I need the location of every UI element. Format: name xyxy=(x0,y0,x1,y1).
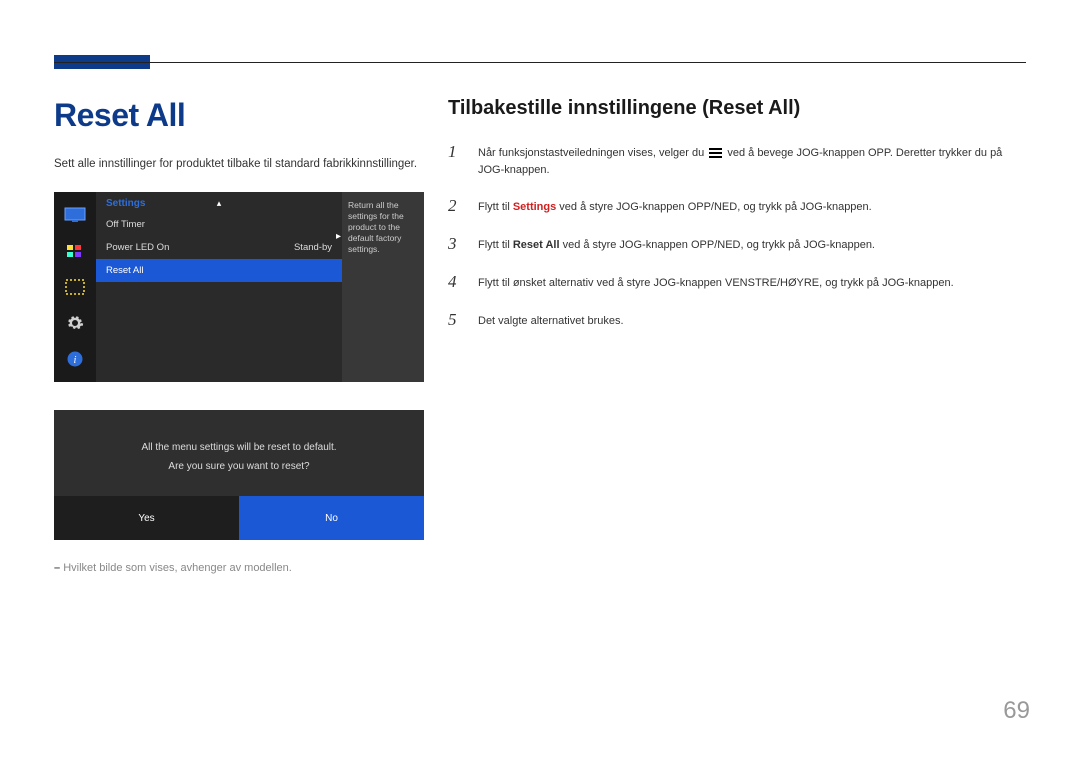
footnote: Hvilket bilde som vises, avhenger av mod… xyxy=(54,562,432,574)
step-4: 4 Flytt til ønsket alternativ ved å styr… xyxy=(448,272,1028,292)
left-column: Reset All Sett alle innstillinger for pr… xyxy=(54,97,432,574)
osd-description-text: Return all the settings for the product … xyxy=(348,200,404,254)
info-icon: i xyxy=(62,348,88,370)
dialog-buttons: Yes No xyxy=(54,496,424,540)
step-text: Det valgte alternativet brukes. xyxy=(478,310,624,330)
osd-description: ▸ Return all the settings for the produc… xyxy=(342,192,424,382)
page-number: 69 xyxy=(1003,697,1030,725)
reset-dialog: All the menu settings will be reset to d… xyxy=(54,410,424,540)
menu-icon xyxy=(709,148,722,158)
osd-main: Settings ▴ Off Timer Power LED On Stand-… xyxy=(96,192,342,382)
step-text: Flytt til Reset All ved å styre JOG-knap… xyxy=(478,234,875,254)
step-text: Flytt til Settings ved å styre JOG-knapp… xyxy=(478,196,872,216)
step-number: 2 xyxy=(448,196,462,216)
osd-row-offtimer: Off Timer xyxy=(96,213,342,236)
picture-icon xyxy=(62,204,88,226)
osd-screenshot: i Settings ▴ Off Timer Power LED On Stan… xyxy=(54,192,424,382)
color-icon xyxy=(62,240,88,262)
step-1: 1 Når funksjonstastveiledningen vises, v… xyxy=(448,142,1028,178)
step-3: 3 Flytt til Reset All ved å styre JOG-kn… xyxy=(448,234,1028,254)
step-5: 5 Det valgte alternativet brukes. xyxy=(448,310,1028,330)
osd-row-value: Stand-by xyxy=(294,242,332,253)
step-text: Når funksjonstastveiledningen vises, vel… xyxy=(478,142,1028,178)
step-number: 1 xyxy=(448,142,462,162)
dialog-text: All the menu settings will be reset to d… xyxy=(54,438,424,496)
no-button[interactable]: No xyxy=(239,496,424,540)
step-number: 3 xyxy=(448,234,462,254)
step-number: 5 xyxy=(448,310,462,330)
keyword-resetall: Reset All xyxy=(513,239,560,251)
yes-button[interactable]: Yes xyxy=(54,496,239,540)
step-2: 2 Flytt til Settings ved å styre JOG-kna… xyxy=(448,196,1028,216)
svg-text:i: i xyxy=(74,355,77,366)
dialog-line1: All the menu settings will be reset to d… xyxy=(141,442,336,453)
arrow-right-icon: ▸ xyxy=(336,230,341,243)
header-rule xyxy=(54,62,1026,63)
right-column: Tilbakestille innstillingene (Reset All)… xyxy=(448,97,1028,348)
arrow-up-icon: ▴ xyxy=(217,198,222,209)
page-title: Reset All xyxy=(54,97,432,134)
osd-row-label: Reset All xyxy=(106,265,144,276)
step-text: Flytt til ønsket alternativ ved å styre … xyxy=(478,272,954,292)
gear-icon xyxy=(62,312,88,334)
osd-row-powerled: Power LED On Stand-by xyxy=(96,236,342,259)
dialog-line2: Are you sure you want to reset? xyxy=(168,461,309,472)
intro-text: Sett alle innstillinger for produktet ti… xyxy=(54,158,432,170)
section-title: Tilbakestille innstillingene (Reset All) xyxy=(448,97,1028,120)
osd-row-label: Off Timer xyxy=(106,219,145,230)
keyword-settings: Settings xyxy=(513,201,556,213)
osd-row-resetall: Reset All xyxy=(96,259,342,282)
resize-icon xyxy=(62,276,88,298)
step-number: 4 xyxy=(448,272,462,292)
osd-row-label: Power LED On xyxy=(106,242,169,253)
osd-sidebar: i xyxy=(54,192,96,382)
